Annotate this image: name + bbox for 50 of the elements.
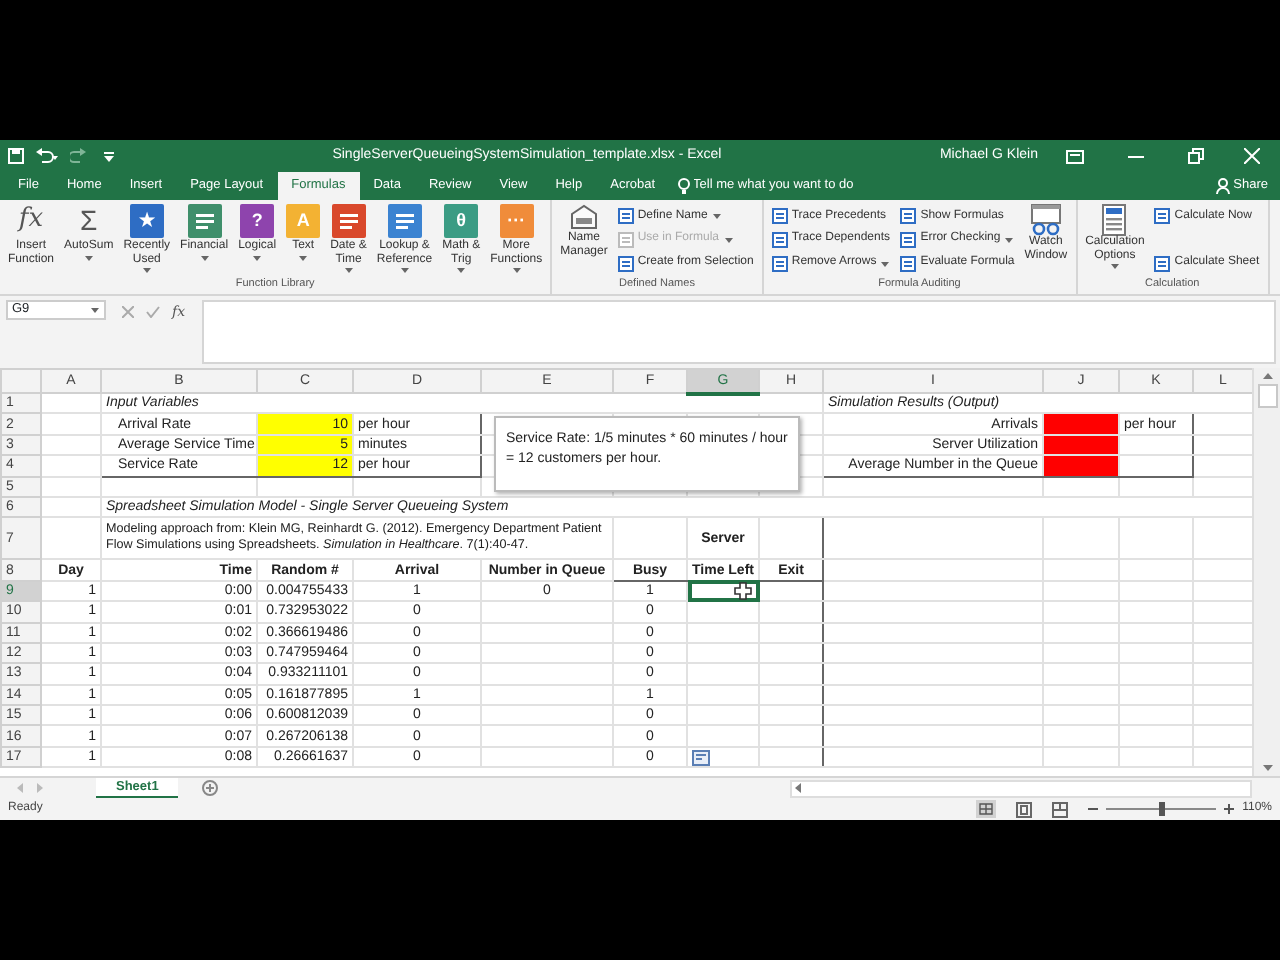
zoom-slider-thumb[interactable] — [1158, 802, 1165, 816]
zoom-in-icon[interactable] — [1224, 804, 1235, 814]
person-icon — [1215, 178, 1230, 194]
lightbulb-icon — [677, 178, 690, 194]
sheet-tool-icon — [900, 255, 917, 272]
page-break-icon[interactable] — [1052, 801, 1069, 817]
sheet-tool-icon — [771, 231, 788, 248]
vertical-scrollbar[interactable] — [1252, 368, 1280, 776]
caret-icon — [90, 306, 100, 314]
sheet-tool-icon — [617, 208, 634, 224]
undo-icon[interactable] — [36, 148, 58, 164]
next-sheet-icon — [36, 782, 44, 794]
tile-lines-icon — [339, 212, 358, 230]
ribbon-display-icon[interactable] — [1066, 149, 1084, 163]
scroll-down-icon[interactable] — [1261, 764, 1273, 772]
tile-icon: θ — [444, 204, 479, 238]
symbol-icon: fx — [14, 204, 48, 238]
tile-icon: ★ — [129, 204, 164, 238]
sheet-tool-icon — [617, 255, 634, 272]
symbol-icon: Σ — [71, 204, 106, 238]
scroll-left-icon[interactable] — [792, 782, 804, 794]
formula-field[interactable] — [201, 300, 1276, 364]
page-layout-icon[interactable] — [1016, 801, 1033, 817]
tile-lines-icon — [395, 212, 414, 230]
sheet-tool-icon — [1154, 208, 1171, 224]
tile-icon: A — [286, 204, 321, 238]
tile-lines-icon — [195, 212, 214, 230]
cancel-icon — [122, 306, 134, 318]
sheet-tool-icon — [900, 208, 917, 224]
normal-view-icon[interactable] — [976, 800, 997, 818]
add-sheet-icon[interactable] — [202, 780, 219, 796]
scrollbar-thumb[interactable] — [1257, 384, 1277, 408]
scroll-up-icon[interactable] — [1261, 372, 1273, 380]
sheet-tool-icon — [1154, 255, 1171, 272]
tile-icon: ? — [240, 204, 275, 238]
paste-options-icon[interactable] — [692, 749, 710, 766]
tile-icon: ··· — [499, 204, 534, 238]
sheet-tool-icon — [617, 231, 634, 248]
sheet-tool-icon — [771, 208, 788, 224]
selected-cell[interactable] — [687, 580, 759, 602]
customize-caret-icon[interactable] — [104, 148, 114, 164]
previous-sheet-icon — [16, 782, 24, 794]
cursor-icon — [734, 582, 752, 600]
horizontal-scrollbar[interactable] — [790, 779, 1252, 797]
sheet-tool-icon — [771, 255, 788, 272]
restore-icon[interactable] — [1188, 148, 1204, 164]
close-icon[interactable] — [1244, 148, 1260, 164]
sheet-tool-icon — [900, 231, 917, 248]
save-icon[interactable] — [8, 148, 24, 164]
enter-icon — [146, 306, 160, 318]
